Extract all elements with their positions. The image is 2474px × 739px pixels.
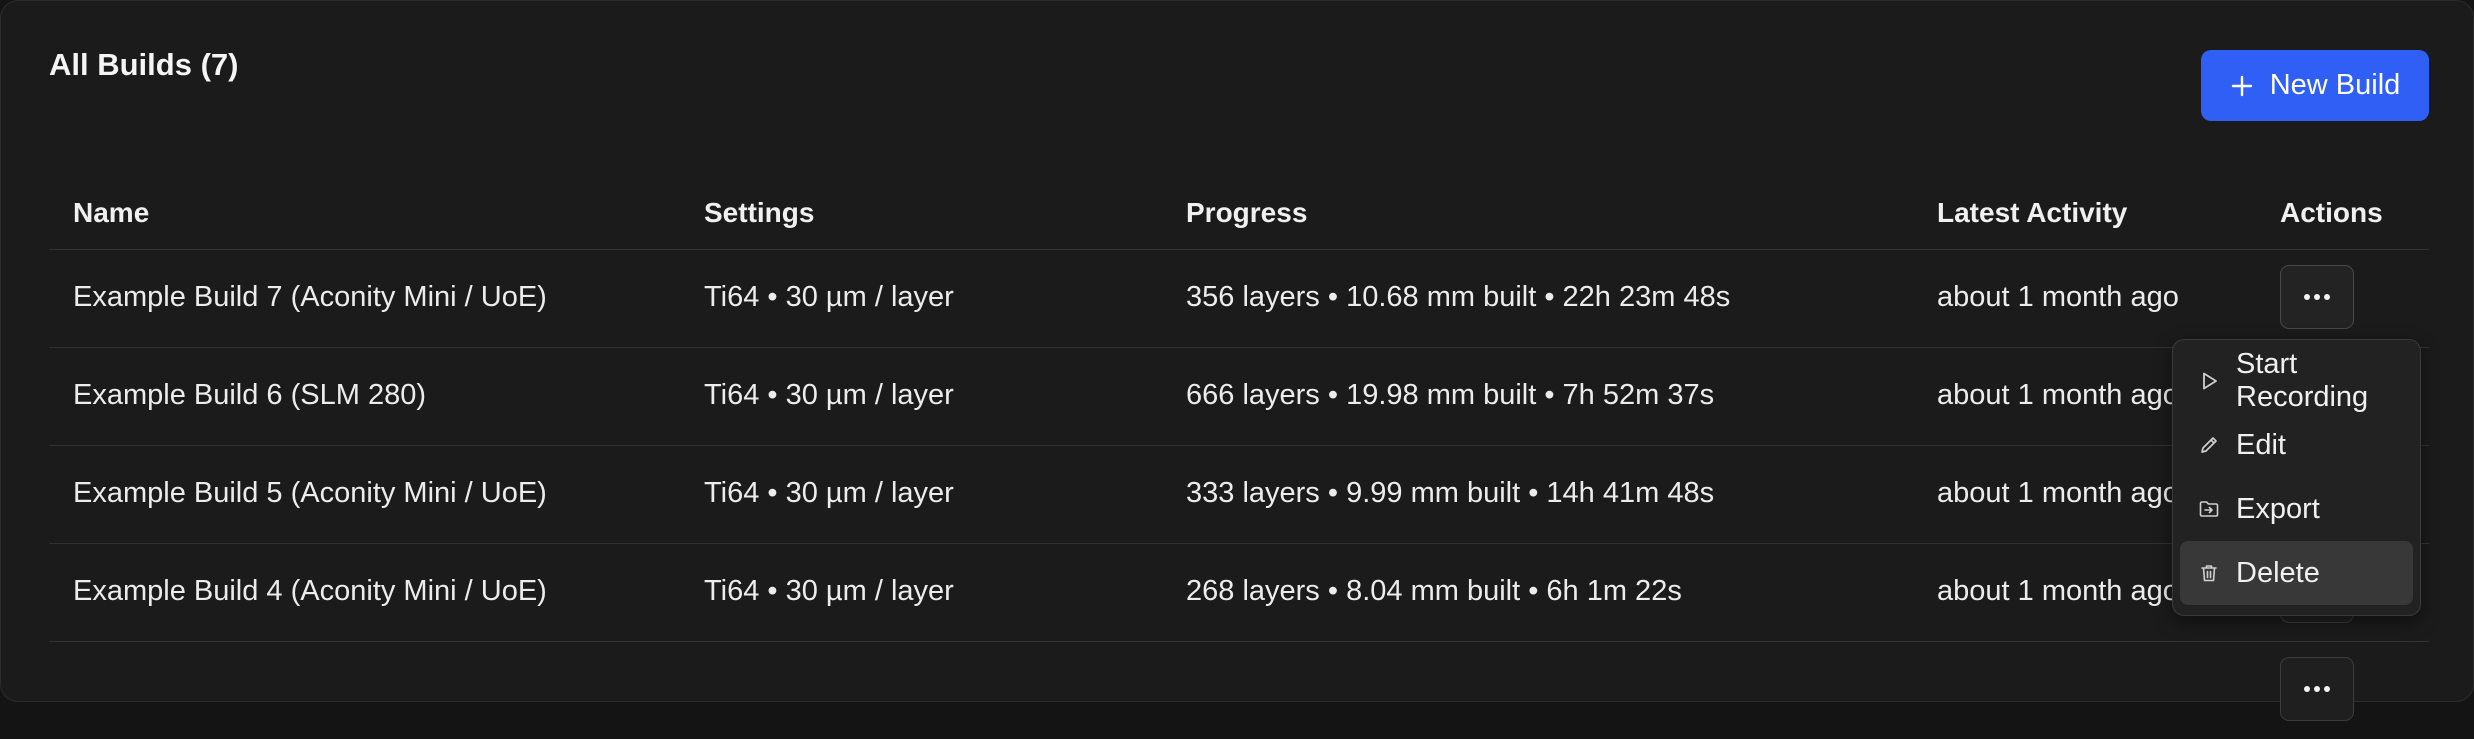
table-row[interactable]: Example Build 4 (Aconity Mini / UoE) Ti6… bbox=[49, 543, 2429, 642]
menu-item-edit[interactable]: Edit bbox=[2180, 413, 2413, 477]
pencil-icon bbox=[2198, 434, 2220, 456]
table-header: Name Settings Progress Latest Activity A… bbox=[49, 179, 2429, 250]
build-name[interactable]: Example Build 5 (Aconity Mini / UoE) bbox=[73, 477, 547, 510]
more-horizontal-icon bbox=[2304, 686, 2330, 692]
table-row[interactable] bbox=[49, 641, 2429, 739]
new-build-label: New Build bbox=[2269, 69, 2401, 101]
menu-item-label: Start Recording bbox=[2236, 348, 2369, 413]
build-settings: Ti64 • 30 µm / layer bbox=[704, 379, 954, 411]
menu-item-label: Delete bbox=[2236, 556, 2320, 589]
build-settings: Ti64 • 30 µm / layer bbox=[704, 281, 954, 313]
build-progress: 356 layers • 10.68 mm built • 22h 23m 48… bbox=[1186, 281, 1731, 313]
trash-icon bbox=[2198, 562, 2220, 584]
build-latest-activity: about 1 month ago bbox=[1937, 575, 2179, 607]
table-row[interactable]: Example Build 6 (SLM 280) Ti64 • 30 µm /… bbox=[49, 347, 2429, 446]
plus-icon bbox=[2230, 74, 2254, 98]
build-name[interactable]: Example Build 6 (SLM 280) bbox=[73, 379, 426, 412]
build-latest-activity: about 1 month ago bbox=[1937, 281, 2179, 313]
build-settings: Ti64 • 30 µm / layer bbox=[704, 575, 954, 607]
build-progress: 333 layers • 9.99 mm built • 14h 41m 48s bbox=[1186, 477, 1715, 509]
menu-item-export[interactable]: Export bbox=[2180, 477, 2413, 541]
table-row[interactable]: Example Build 5 (Aconity Mini / UoE) Ti6… bbox=[49, 445, 2429, 544]
column-header-latest-activity[interactable]: Latest Activity bbox=[1937, 197, 2127, 229]
play-icon bbox=[2198, 370, 2220, 392]
build-name[interactable]: Example Build 7 (Aconity Mini / UoE) bbox=[73, 281, 547, 314]
build-name[interactable]: Example Build 4 (Aconity Mini / UoE) bbox=[73, 575, 547, 608]
table-row[interactable]: Example Build 7 (Aconity Mini / UoE) Ti6… bbox=[49, 249, 2429, 348]
menu-item-label: Export bbox=[2236, 492, 2320, 525]
column-header-actions: Actions bbox=[2280, 197, 2383, 228]
folder-export-icon bbox=[2198, 498, 2220, 520]
column-header-progress[interactable]: Progress bbox=[1186, 197, 1307, 229]
menu-item-label: Edit bbox=[2236, 428, 2286, 461]
build-progress: 268 layers • 8.04 mm built • 6h 1m 22s bbox=[1186, 575, 1682, 607]
row-actions-menu: Start Recording Edit Export Delete bbox=[2172, 339, 2421, 616]
menu-item-start-recording[interactable]: Start Recording bbox=[2180, 348, 2413, 413]
page-title: All Builds (7) bbox=[49, 47, 239, 82]
build-latest-activity: about 1 month ago bbox=[1937, 379, 2179, 411]
row-actions-button[interactable] bbox=[2280, 657, 2354, 721]
menu-item-delete[interactable]: Delete bbox=[2180, 541, 2413, 605]
column-header-name[interactable]: Name bbox=[73, 197, 149, 229]
more-horizontal-icon bbox=[2304, 294, 2330, 300]
build-settings: Ti64 • 30 µm / layer bbox=[704, 477, 954, 509]
build-latest-activity: about 1 month ago bbox=[1937, 477, 2179, 509]
builds-panel: All Builds (7) New Build Name Settings P… bbox=[0, 0, 2474, 721]
column-header-settings[interactable]: Settings bbox=[704, 197, 814, 229]
new-build-button[interactable]: New Build bbox=[2201, 50, 2429, 121]
build-progress: 666 layers • 19.98 mm built • 7h 52m 37s bbox=[1186, 379, 1715, 411]
row-actions-button[interactable] bbox=[2280, 265, 2354, 329]
